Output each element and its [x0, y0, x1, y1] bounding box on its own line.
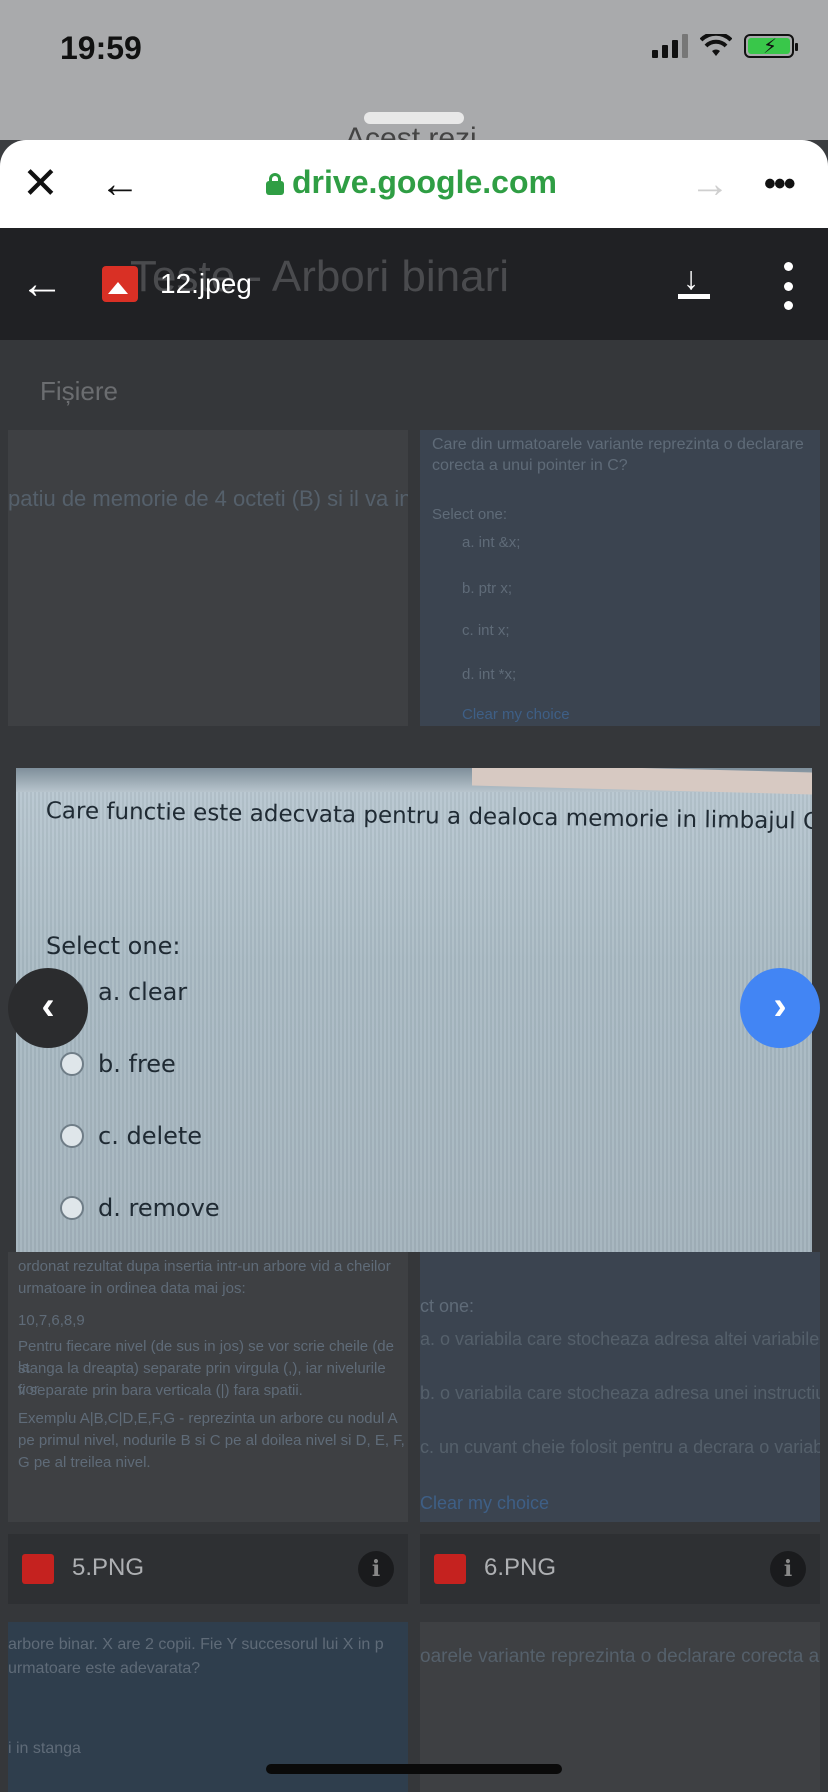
preview-question: Care din urmatoarele variante reprezinta…: [432, 436, 804, 474]
preview-clear: Clear my choice: [462, 706, 570, 723]
select-one-label: Select one:: [46, 932, 181, 960]
file-name: 12.jpeg: [160, 268, 252, 299]
option-label: a. clear: [98, 978, 188, 1006]
home-indicator[interactable]: [266, 1764, 562, 1774]
preview-line: arbore binar. X are 2 copii. Fie Y succe…: [8, 1636, 384, 1653]
browser-toolbar: ✕ ← drive.google.com → •••: [0, 140, 828, 228]
preview-option: c. int x;: [462, 622, 510, 639]
chevron-left-icon: ‹: [41, 984, 55, 1028]
option-label: d. remove: [98, 1194, 220, 1222]
preview-select: Select one:: [432, 506, 508, 523]
radio-icon: [60, 1052, 84, 1076]
option-b: b. free: [60, 1050, 176, 1078]
info-icon[interactable]: i: [770, 1551, 806, 1587]
image-file-icon: [434, 1554, 466, 1584]
wifi-icon: [700, 34, 732, 56]
file-preview-card[interactable]: ordonat rezultat dupa insertia intr-un a…: [8, 1252, 408, 1522]
file-preview-card[interactable]: ct one: a. o variabila care stocheaza ad…: [420, 1252, 820, 1522]
url-text: drive.google.com: [292, 164, 557, 200]
close-icon[interactable]: ✕: [22, 160, 59, 208]
preview-line: fi separate prin bara verticala (|) fara…: [18, 1382, 303, 1399]
preview-clear: Clear my choice: [420, 1493, 550, 1513]
chevron-right-icon: ›: [773, 984, 787, 1028]
preview-option: b. o variabila care stocheaza adresa une…: [420, 1383, 820, 1403]
file-preview-card[interactable]: Care din urmatoarele variante reprezinta…: [420, 430, 820, 726]
preview-line: urmatoare este adevarata?: [8, 1660, 201, 1677]
preview-option: a. int &x;: [462, 534, 521, 551]
vertical-more-icon[interactable]: [778, 258, 798, 314]
preview-line: Exemplu A|B,C|D,E,F,G - reprezinta un ar…: [18, 1410, 398, 1427]
next-image-button[interactable]: ›: [740, 968, 820, 1048]
option-label: c. delete: [98, 1122, 203, 1150]
preview-option: c. un cuvant cheie folosit pentru a decr…: [420, 1437, 820, 1457]
url-display[interactable]: drive.google.com: [266, 164, 557, 201]
battery-icon: ⚡: [744, 34, 798, 58]
preview-line: urmatoare in ordinea data mai jos:: [18, 1280, 246, 1297]
preview-line: i in stanga: [8, 1740, 81, 1757]
sheet-grabber[interactable]: [364, 112, 464, 124]
image-preview: Care functie este adecvata pentru a deal…: [16, 768, 812, 1252]
image-file-icon: [102, 266, 138, 302]
preview-line: pe primul nivel, nodurile B si C pe al d…: [18, 1432, 405, 1449]
status-bar: 19:59 ⚡: [0, 0, 828, 100]
viewer-header: Teste - Arbori binari ← 12.jpeg ↓: [0, 228, 828, 340]
file-chip-6[interactable]: 6.PNG i: [420, 1534, 820, 1604]
preview-option: b. ptr x;: [462, 580, 513, 597]
back-arrow-icon[interactable]: ←: [100, 160, 140, 208]
cellular-signal-icon: [652, 34, 688, 58]
file-chip-name: 5.PNG: [72, 1554, 145, 1581]
preview-option: a. o variabila care stocheaza adresa alt…: [420, 1329, 820, 1349]
image-file-icon: [22, 1554, 54, 1584]
preview-text: patiu de memorie de 4 octeti (B) si il v…: [8, 486, 408, 511]
previous-image-button[interactable]: ‹: [8, 968, 88, 1048]
file-chip-5[interactable]: 5.PNG i: [8, 1534, 408, 1604]
preview-line: G pe al treilea nivel.: [18, 1454, 151, 1471]
preview-line: 10,7,6,8,9: [18, 1312, 85, 1329]
option-c: c. delete: [60, 1122, 202, 1150]
preview-select: ct one:: [420, 1296, 475, 1316]
radio-icon: [60, 1196, 84, 1220]
file-chip-name: 6.PNG: [484, 1554, 557, 1581]
status-time: 19:59: [60, 30, 142, 66]
radio-icon: [60, 1124, 84, 1148]
preview-option: d. int *x;: [462, 666, 517, 683]
preview-line: ordonat rezultat dupa insertia intr-un a…: [18, 1258, 391, 1275]
info-icon[interactable]: i: [358, 1551, 394, 1587]
download-icon[interactable]: ↓: [672, 258, 716, 306]
forward-arrow-icon[interactable]: →: [690, 160, 730, 208]
file-preview-card[interactable]: patiu de memorie de 4 octeti (B) si il v…: [8, 430, 408, 726]
background-sheet-title: Acest rezi: [345, 122, 477, 140]
viewer-back-arrow-icon[interactable]: ←: [20, 256, 64, 312]
preview-line: oarele variante reprezinta o declarare c…: [420, 1646, 820, 1667]
more-options-icon[interactable]: •••: [764, 160, 812, 208]
section-header: Fișiere: [40, 376, 119, 406]
question-text: Care functie este adecvata pentru a deal…: [45, 798, 812, 835]
lock-icon: [266, 172, 284, 195]
option-label: b. free: [98, 1050, 176, 1078]
option-d: d. remove: [60, 1194, 220, 1222]
status-icons: ⚡: [652, 34, 798, 58]
